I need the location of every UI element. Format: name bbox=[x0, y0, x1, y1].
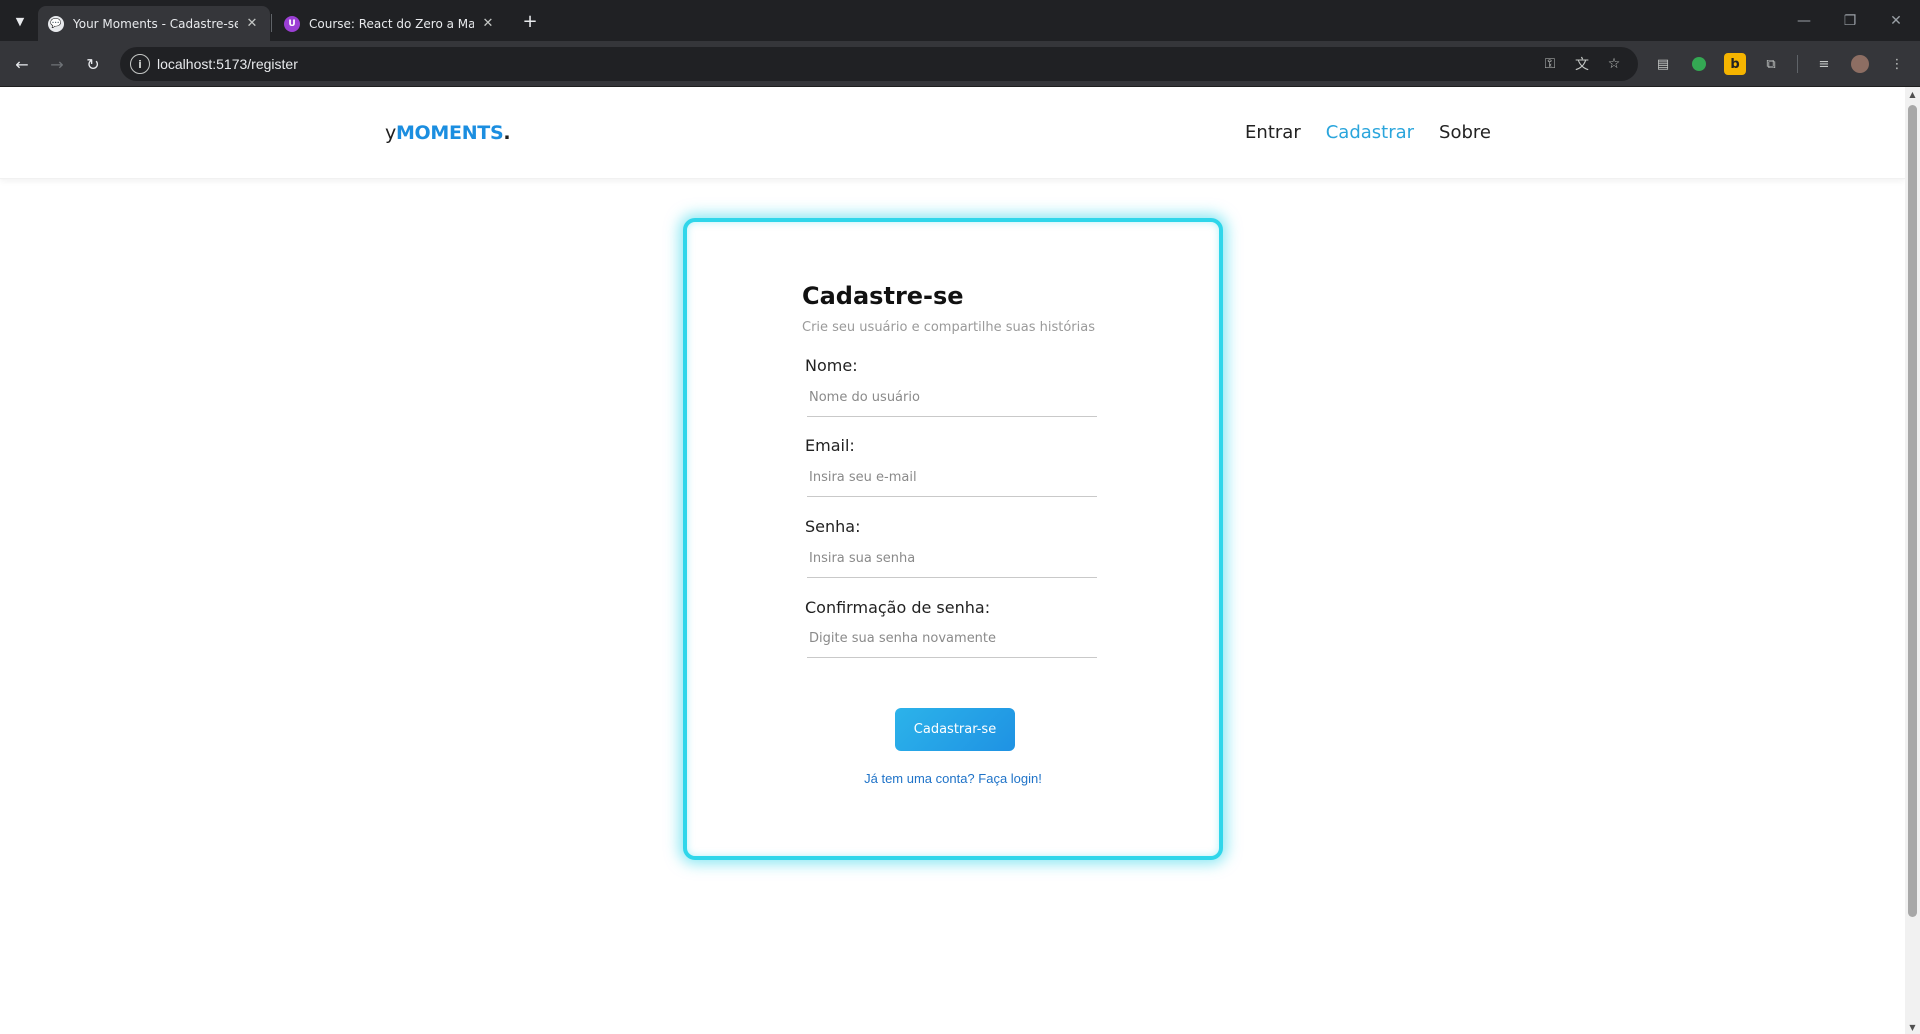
tab-inactive[interactable]: U Course: React do Zero a Maestr ✕ bbox=[274, 6, 506, 41]
name-label: Nome: bbox=[805, 356, 858, 375]
media-queue-icon[interactable]: ≡ bbox=[1813, 53, 1835, 75]
password-input[interactable] bbox=[807, 540, 1097, 578]
close-icon[interactable]: ✕ bbox=[244, 16, 260, 32]
page-scrollbar[interactable]: ▲ ▼ bbox=[1905, 87, 1920, 1034]
plus-icon: + bbox=[522, 10, 538, 32]
tab-divider bbox=[271, 14, 272, 32]
email-label: Email: bbox=[805, 436, 855, 455]
login-link[interactable]: Já tem uma conta? Faça login! bbox=[687, 771, 1219, 786]
extension-green-icon[interactable] bbox=[1688, 53, 1710, 75]
extension-b-icon[interactable]: b bbox=[1724, 53, 1746, 75]
form-subtitle: Crie seu usuário e compartilhe suas hist… bbox=[802, 320, 1095, 335]
profile-avatar[interactable] bbox=[1849, 53, 1871, 75]
name-input[interactable] bbox=[807, 379, 1097, 417]
star-icon[interactable]: ☆ bbox=[1604, 54, 1624, 74]
url-text[interactable]: localhost:5173/register bbox=[157, 56, 298, 72]
password-label: Senha: bbox=[805, 517, 861, 536]
register-card: Cadastre-se Crie seu usuário e compartil… bbox=[683, 218, 1223, 860]
window-close-button[interactable]: ✕ bbox=[1873, 0, 1919, 41]
extensions-puzzle-icon[interactable]: ⧉ bbox=[1760, 53, 1782, 75]
course-favicon-icon: U bbox=[284, 15, 300, 32]
scroll-down-icon[interactable]: ▼ bbox=[1905, 1020, 1920, 1034]
brand-suffix: . bbox=[503, 122, 511, 144]
tab-active[interactable]: 💬 Your Moments - Cadastre-se ✕ bbox=[38, 6, 270, 41]
confirm-password-input[interactable] bbox=[807, 620, 1097, 658]
register-button[interactable]: Cadastrar-se bbox=[895, 708, 1015, 751]
site-info-icon[interactable]: i bbox=[130, 54, 150, 74]
brand-prefix: y bbox=[385, 122, 396, 144]
arrow-right-icon: → bbox=[50, 54, 64, 74]
restore-button[interactable]: ❐ bbox=[1827, 0, 1873, 41]
browser-tab-bar: ▼ 💬 Your Moments - Cadastre-se ✕ U Cours… bbox=[0, 0, 1920, 41]
site-header: yMOMENTS. Entrar Cadastrar Sobre bbox=[0, 87, 1905, 179]
chat-bubble-icon: 💬 bbox=[48, 15, 64, 32]
restore-icon: ❐ bbox=[1843, 12, 1857, 29]
minimize-icon: — bbox=[1797, 12, 1811, 29]
forward-button[interactable]: → bbox=[43, 50, 71, 78]
browser-toolbar: ← → ↻ i localhost:5173/register ⚿ 文 ☆ ▤ … bbox=[0, 41, 1920, 87]
brand-main: MOMENTS bbox=[395, 122, 504, 144]
chevron-down-icon: ▼ bbox=[15, 14, 25, 28]
toolbar-divider bbox=[1797, 55, 1798, 73]
minimize-button[interactable]: — bbox=[1781, 0, 1827, 41]
arrow-left-icon: ← bbox=[15, 54, 29, 74]
form-title: Cadastre-se bbox=[802, 282, 964, 310]
email-input[interactable] bbox=[807, 459, 1097, 497]
close-icon[interactable]: ✕ bbox=[480, 16, 496, 32]
tab-title: Course: React do Zero a Maestr bbox=[309, 16, 474, 31]
nav-sobre[interactable]: Sobre bbox=[1439, 122, 1491, 143]
close-icon: ✕ bbox=[1890, 12, 1902, 29]
new-tab-button[interactable]: + bbox=[518, 9, 542, 33]
more-menu-icon[interactable]: ⋮ bbox=[1886, 53, 1908, 75]
reload-icon: ↻ bbox=[86, 54, 100, 74]
scroll-up-icon[interactable]: ▲ bbox=[1905, 87, 1920, 101]
tab-search-button[interactable]: ▼ bbox=[8, 9, 32, 33]
scrollbar-thumb[interactable] bbox=[1908, 105, 1917, 917]
translate-icon[interactable]: 文 bbox=[1572, 54, 1592, 74]
page-viewport: yMOMENTS. Entrar Cadastrar Sobre Cadastr… bbox=[0, 87, 1905, 1034]
back-button[interactable]: ← bbox=[8, 50, 36, 78]
address-bar[interactable]: i localhost:5173/register ⚿ 文 ☆ bbox=[120, 47, 1638, 81]
tab-title: Your Moments - Cadastre-se bbox=[73, 16, 238, 31]
extension-printer-icon[interactable]: ▤ bbox=[1652, 53, 1674, 75]
confirm-password-label: Confirmação de senha: bbox=[805, 598, 991, 617]
main-nav: Entrar Cadastrar Sobre bbox=[1245, 122, 1491, 143]
nav-entrar[interactable]: Entrar bbox=[1245, 122, 1301, 143]
nav-cadastrar[interactable]: Cadastrar bbox=[1326, 122, 1414, 143]
key-icon[interactable]: ⚿ bbox=[1540, 54, 1560, 74]
reload-button[interactable]: ↻ bbox=[79, 50, 107, 78]
brand-logo[interactable]: yMOMENTS. bbox=[385, 122, 511, 144]
